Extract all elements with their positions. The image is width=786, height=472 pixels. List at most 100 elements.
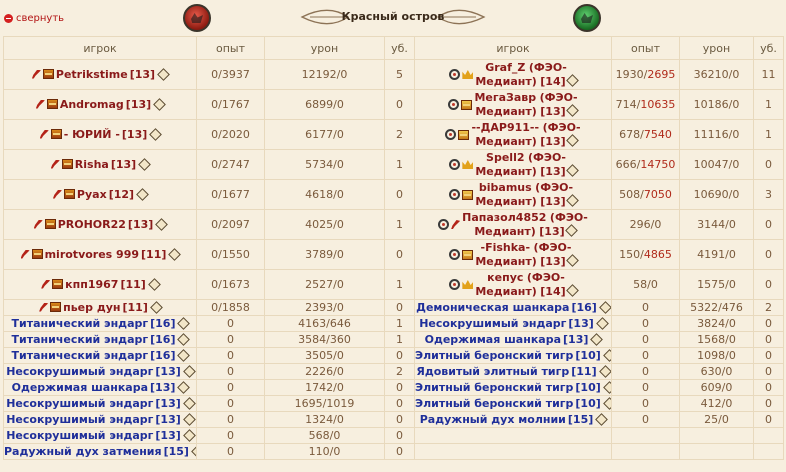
- bot-name[interactable]: Одержимая шанкара: [425, 333, 561, 346]
- damage-cell: 11116/0: [679, 119, 754, 150]
- player-name[interactable]: -Fishka-: [481, 241, 531, 254]
- bot-name[interactable]: Радужный дух затмения: [5, 445, 162, 458]
- kills-cell: 0: [753, 411, 784, 428]
- rank-icon: [461, 99, 473, 110]
- info-icon[interactable]: [177, 349, 191, 362]
- player-name[interactable]: пьер дун: [63, 301, 120, 314]
- info-icon[interactable]: [565, 283, 579, 297]
- info-icon[interactable]: [177, 381, 191, 394]
- bot-name[interactable]: Несокрушимый эндарг: [6, 365, 153, 378]
- info-icon[interactable]: [595, 317, 609, 330]
- player-name[interactable]: bibamus: [479, 181, 532, 194]
- info-icon[interactable]: [182, 397, 196, 410]
- player-name[interactable]: Папазол4852: [462, 211, 546, 224]
- player-name[interactable]: mirotvores 999: [45, 248, 139, 261]
- info-icon[interactable]: [565, 133, 579, 147]
- info-icon[interactable]: [191, 445, 196, 458]
- kills-cell: 0: [384, 395, 415, 412]
- info-icon[interactable]: [177, 317, 191, 330]
- col-player-left: игрок: [3, 36, 197, 60]
- col-damage-right: урон: [679, 36, 754, 60]
- player-level: [13]: [129, 67, 156, 81]
- info-icon[interactable]: [168, 247, 182, 261]
- damage-cell: 568/0: [264, 427, 385, 444]
- bot-name[interactable]: Несокрушимый эндарг: [6, 429, 153, 442]
- player-name[interactable]: Graf_Z: [485, 61, 525, 74]
- damage-cell: 5322/476: [679, 299, 754, 316]
- player-name[interactable]: Spell2: [486, 151, 524, 164]
- info-icon[interactable]: [564, 223, 578, 237]
- rank-icon: [31, 249, 43, 259]
- table-row: - ЮРИЙ - [13] 0/2020 6177/0 2 --ДАР911--…: [3, 119, 784, 150]
- bot-name[interactable]: Титанический эндарг: [12, 333, 149, 346]
- bot-name[interactable]: Демоническая шанкара: [416, 301, 569, 314]
- sword-icon: [41, 279, 51, 289]
- info-icon[interactable]: [565, 163, 579, 177]
- damage-cell: 412/0: [679, 395, 754, 412]
- player-name[interactable]: кпп1967: [65, 278, 118, 291]
- target-icon: [449, 159, 461, 170]
- info-icon[interactable]: [138, 157, 152, 171]
- bot-name[interactable]: Титанический эндарг: [12, 349, 149, 362]
- player-name[interactable]: PROHOR22: [58, 218, 126, 231]
- exp-cell: 666/14750: [611, 149, 680, 180]
- info-icon[interactable]: [598, 301, 611, 314]
- info-icon[interactable]: [565, 253, 579, 267]
- info-icon[interactable]: [155, 217, 169, 231]
- info-icon[interactable]: [153, 97, 167, 111]
- player-name[interactable]: Petrikstime: [56, 68, 128, 81]
- bot-name[interactable]: Элитный беронский тигр: [416, 381, 574, 394]
- info-icon[interactable]: [149, 127, 163, 141]
- info-icon[interactable]: [595, 413, 609, 426]
- info-icon[interactable]: [602, 381, 611, 394]
- bot-name[interactable]: Элитный беронский тигр: [416, 349, 574, 362]
- info-icon[interactable]: [182, 365, 196, 378]
- bot-name[interactable]: Ядовитый элитный тигр: [416, 365, 569, 378]
- info-icon[interactable]: [590, 333, 604, 346]
- info-icon[interactable]: [602, 349, 611, 362]
- player-name[interactable]: --ДАР911--: [471, 121, 539, 134]
- player-cell: - ЮРИЙ - [13]: [39, 127, 163, 141]
- bot-cell: Титанический эндарг [16]: [12, 317, 191, 330]
- bot-name[interactable]: Несокрушимый эндарг: [6, 397, 153, 410]
- info-icon[interactable]: [150, 300, 163, 314]
- player-name[interactable]: кепус: [487, 271, 523, 284]
- info-icon[interactable]: [177, 333, 191, 346]
- player-name[interactable]: Руах: [77, 188, 107, 201]
- kills-cell: 3: [753, 179, 784, 210]
- rank-icon: [50, 129, 62, 139]
- player-name[interactable]: Risha: [75, 158, 109, 171]
- info-icon[interactable]: [182, 429, 196, 442]
- bot-name[interactable]: Титанический эндарг: [12, 317, 149, 330]
- info-icon[interactable]: [157, 67, 170, 81]
- player-cell: кепус (ФЭО- Медиант) [14]: [449, 271, 579, 299]
- info-icon[interactable]: [136, 187, 149, 201]
- info-icon[interactable]: [182, 413, 196, 426]
- bot-name[interactable]: Радужный дух молнии: [420, 413, 566, 426]
- player-name[interactable]: - ЮРИЙ -: [64, 128, 120, 141]
- info-icon[interactable]: [565, 73, 579, 87]
- info-icon[interactable]: [602, 397, 611, 410]
- kills-cell: 11: [753, 59, 784, 90]
- info-icon[interactable]: [565, 193, 579, 207]
- col-kills-right: уб.: [753, 36, 784, 60]
- bot-cell: Несокрушимый эндарг [13]: [6, 397, 196, 410]
- table-row: Risha [13] 0/2747 5734/0 1 Spell2 (ФЭО- М…: [3, 149, 784, 180]
- bot-name[interactable]: Элитный беронский тигр: [416, 397, 574, 410]
- damage-cell: 4618/0: [264, 179, 385, 210]
- bot-name[interactable]: Несокрушимый эндарг: [419, 317, 566, 330]
- bot-name[interactable]: Несокрушимый эндарг: [6, 413, 153, 426]
- damage-cell: 110/0: [264, 443, 385, 460]
- bot-cell: Одержимая шанкара [13]: [12, 381, 191, 394]
- bot-name[interactable]: Одержимая шанкара: [12, 381, 148, 394]
- info-icon[interactable]: [147, 277, 161, 291]
- collapse-link[interactable]: свернуть: [4, 11, 64, 25]
- info-icon[interactable]: [598, 365, 611, 378]
- player-name[interactable]: МегаЗавр: [474, 91, 536, 104]
- info-icon[interactable]: [565, 103, 579, 117]
- sword-icon: [451, 220, 461, 229]
- kills-cell: 0: [753, 239, 784, 270]
- player-name[interactable]: Andromag: [60, 98, 124, 111]
- exp-cell: 0/1677: [196, 179, 265, 210]
- damage-cell: 1098/0: [679, 347, 754, 364]
